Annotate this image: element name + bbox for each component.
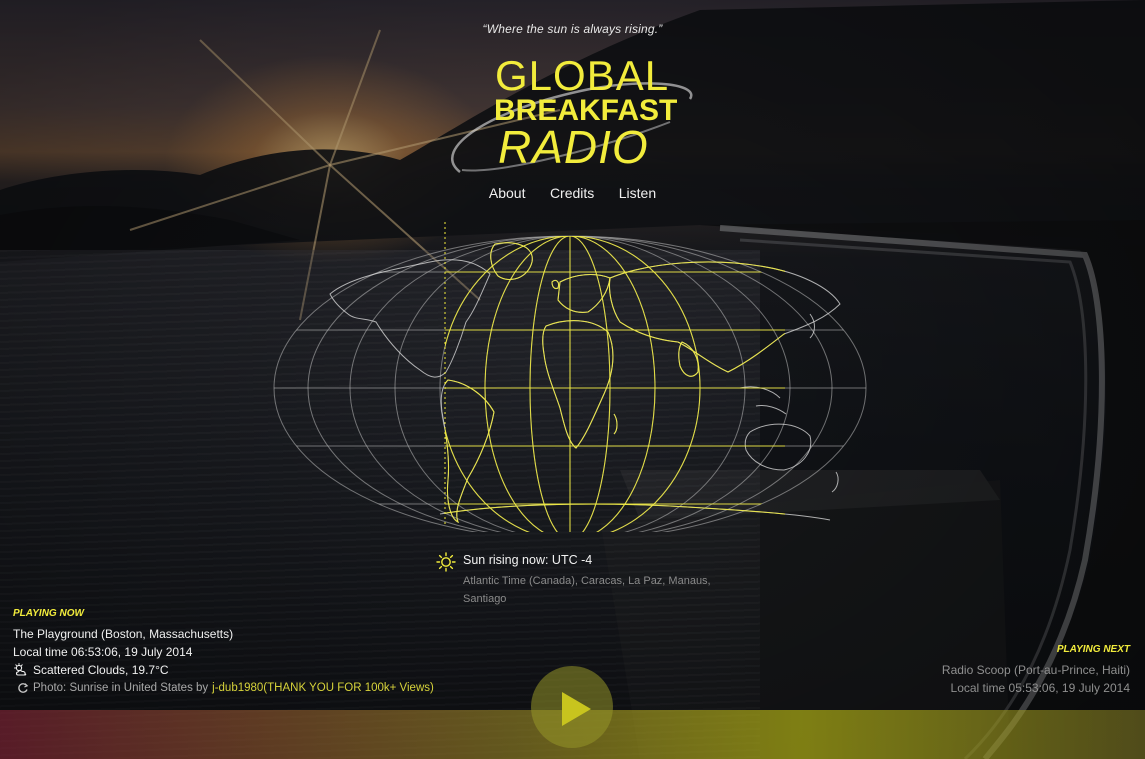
play-button[interactable] bbox=[531, 666, 613, 748]
playing-now-station: The Playground (Boston, Massachusetts) bbox=[13, 627, 234, 641]
main-nav: About Credits Listen bbox=[0, 185, 1145, 203]
map-continents bbox=[329, 242, 841, 524]
sunlit-region bbox=[445, 236, 785, 532]
app-window: “Where the sun is always rising.” GLOBAL… bbox=[0, 0, 1145, 759]
playing-now-label: PLAYING NOW bbox=[13, 608, 84, 619]
tagline: “Where the sun is always rising.” bbox=[482, 22, 663, 36]
playing-next-panel: PLAYING NEXT Radio Scoop (Port-au-Prince… bbox=[810, 644, 1130, 697]
world-map[interactable] bbox=[270, 222, 870, 532]
logo-line-radio: RADIO bbox=[498, 121, 649, 173]
playing-now-local-time: Local time 06:53:06, 19 July 2014 bbox=[13, 645, 193, 659]
photo-credit-text: Photo: Sunrise in United States by bbox=[33, 682, 209, 694]
photo-credit: Photo: Sunrise in United States by j-dub… bbox=[13, 679, 493, 697]
logo-line-global: GLOBAL bbox=[495, 52, 670, 99]
nav-about[interactable]: About bbox=[489, 185, 526, 201]
weather-text: Scattered Clouds, 19.7°C bbox=[33, 663, 169, 677]
playing-now-panel: PLAYING NOW The Playground (Boston, Mass… bbox=[13, 608, 493, 697]
playing-next-local-time: Local time 05:53:06, 19 July 2014 bbox=[950, 681, 1130, 695]
nav-listen[interactable]: Listen bbox=[619, 185, 656, 201]
cloud-sun-icon bbox=[14, 663, 27, 676]
photo-credit-link[interactable]: j-dub1980(THANK YOU FOR 100k+ Views) bbox=[212, 679, 434, 697]
nav-credits[interactable]: Credits bbox=[550, 185, 594, 201]
site-logo[interactable]: GLOBAL BREAKFAST RADIO bbox=[440, 54, 700, 184]
playing-next-label: PLAYING NEXT bbox=[1056, 644, 1130, 655]
refresh-icon[interactable] bbox=[17, 682, 29, 694]
sun-rising-headline: Sun rising now: UTC -4 bbox=[463, 553, 593, 567]
playing-now-weather: Scattered Clouds, 19.7°C bbox=[13, 661, 493, 679]
sun-icon bbox=[436, 552, 456, 572]
playing-next-station: Radio Scoop (Port-au-Prince, Haiti) bbox=[941, 663, 1130, 677]
play-icon bbox=[562, 692, 591, 726]
sun-rising-zones: Atlantic Time (Canada), Caracas, La Paz,… bbox=[463, 575, 711, 605]
